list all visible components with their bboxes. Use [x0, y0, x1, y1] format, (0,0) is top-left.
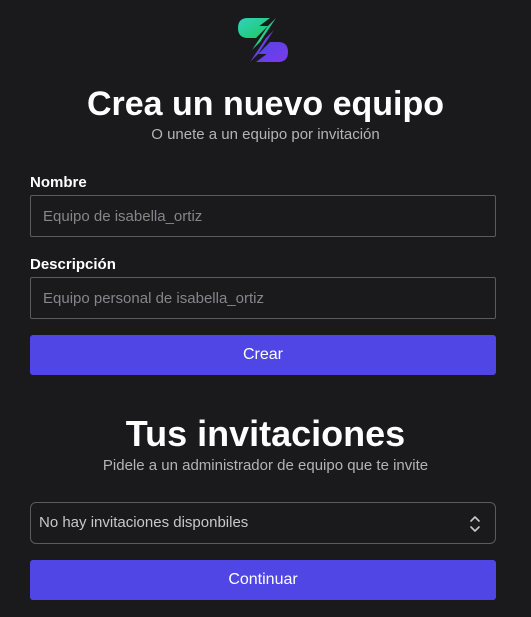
invitations-subtitle: Pidele a un administrador de equipo que … [102, 457, 429, 474]
create-team-title: Crea un nuevo equipo [86, 85, 445, 123]
create-button[interactable]: Crear [30, 335, 496, 375]
team-name-input[interactable] [30, 195, 496, 237]
invitations-select[interactable]: No hay invitaciones disponbiles [30, 502, 496, 544]
continue-button[interactable]: Continuar [30, 560, 496, 600]
brand-logo-icon [234, 14, 292, 66]
invitations-select-value: No hay invitaciones disponbiles [39, 514, 249, 531]
team-description-input[interactable] [30, 277, 496, 319]
description-label: Descripción [30, 256, 116, 273]
invitations-title: Tus invitaciones [125, 413, 406, 454]
chevron-up-down-icon [469, 515, 481, 533]
name-label: Nombre [30, 174, 87, 191]
create-team-subtitle: O unete a un equipo por invitación [151, 126, 380, 143]
